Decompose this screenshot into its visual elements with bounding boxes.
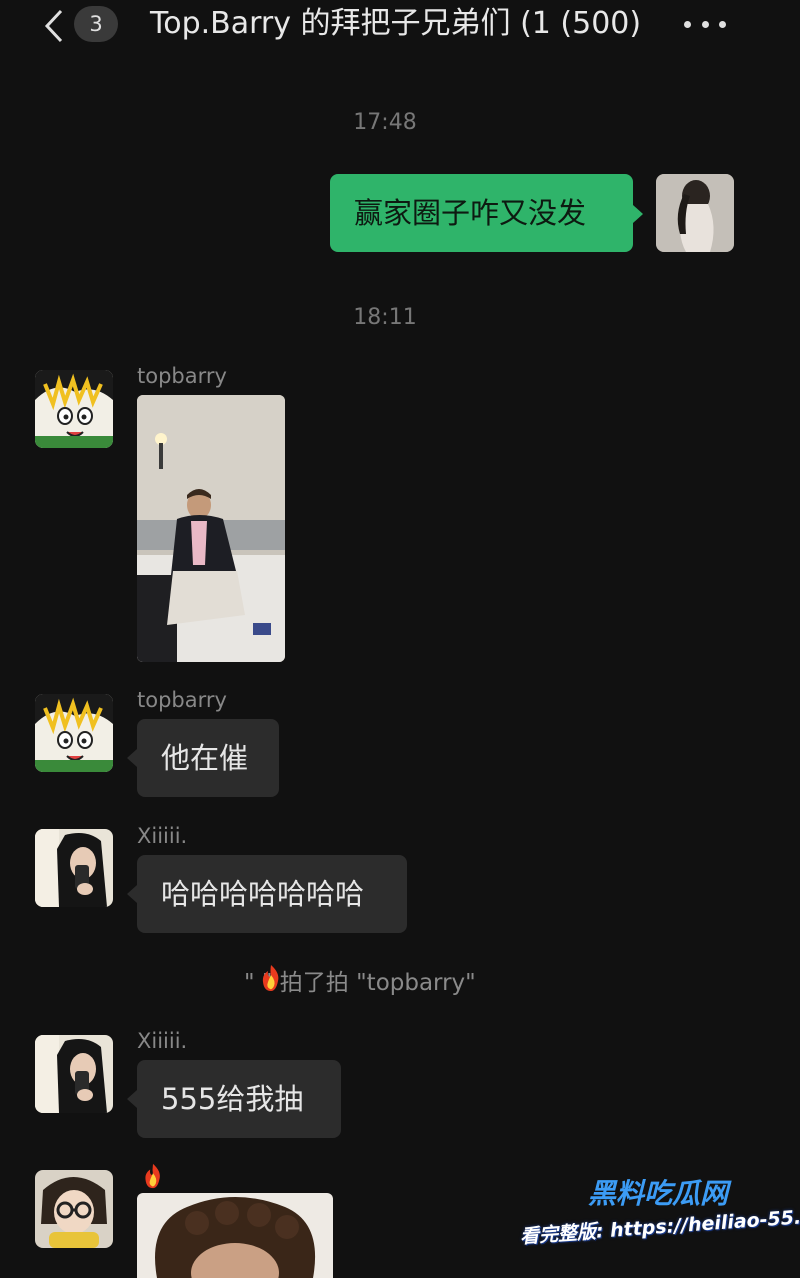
dot-icon <box>719 20 726 28</box>
chevron-left-icon <box>44 9 63 43</box>
bubble-tail <box>127 749 137 767</box>
member-avatar[interactable] <box>35 1170 113 1248</box>
sender-name: Xiiiii. <box>137 1029 188 1053</box>
dot-icon <box>684 20 691 28</box>
xiiiii-avatar[interactable] <box>35 829 113 907</box>
back-button[interactable] <box>34 6 74 46</box>
bubble-tail <box>127 885 137 903</box>
fire-icon <box>140 1162 166 1190</box>
timestamp: 17:48 <box>353 110 417 135</box>
sender-name: Xiiiii. <box>137 824 188 848</box>
sender-name: topbarry <box>137 688 227 712</box>
outgoing-message-bubble[interactable]: 赢家圈子咋又没发 <box>330 174 633 252</box>
topbarry-avatar[interactable] <box>35 694 113 772</box>
bubble-tail <box>127 1090 137 1108</box>
photo-message[interactable] <box>137 395 285 662</box>
more-options-button[interactable] <box>684 10 726 38</box>
dot-icon <box>701 20 709 28</box>
incoming-message-bubble[interactable]: 哈哈哈哈哈哈哈 <box>137 855 407 933</box>
my-avatar[interactable] <box>656 174 734 252</box>
timestamp: 18:11 <box>353 305 417 330</box>
topbarry-avatar[interactable] <box>35 370 113 448</box>
sender-name: topbarry <box>137 364 227 388</box>
unread-count-badge[interactable]: 3 <box>74 6 118 42</box>
bubble-tail <box>633 205 643 223</box>
fire-icon <box>258 963 284 993</box>
incoming-message-bubble[interactable]: 他在催 <box>137 719 279 797</box>
chat-title: Top.Barry 的拜把子兄弟们 (1 (500) <box>150 6 642 41</box>
watermark-brand: 黑料吃瓜网 <box>588 1177 729 1210</box>
xiiiii-avatar[interactable] <box>35 1035 113 1113</box>
incoming-message-bubble[interactable]: 555给我抽 <box>137 1060 341 1138</box>
photo-message[interactable] <box>137 1193 333 1278</box>
